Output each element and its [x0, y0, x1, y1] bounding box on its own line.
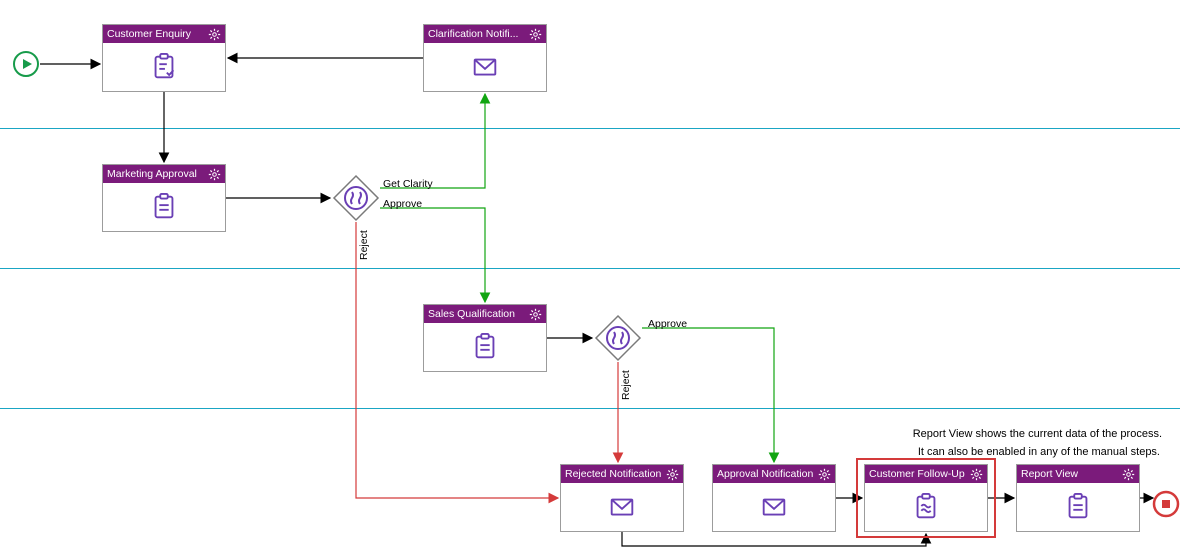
node-title: Sales Qualification: [428, 308, 529, 320]
annotation-text: Report View shows the current data of th…: [913, 428, 1162, 440]
node-clarification-notification[interactable]: Clarification Notifi...: [423, 24, 547, 92]
gear-icon[interactable]: [208, 168, 221, 181]
gear-icon[interactable]: [529, 28, 542, 41]
edge-label: Reject: [620, 370, 632, 400]
node-title: Customer Follow-Up: [869, 468, 970, 480]
node-title: Clarification Notifi...: [428, 28, 529, 40]
node-rejected-notification[interactable]: Rejected Notification: [560, 464, 684, 532]
node-title: Approval Notification: [717, 468, 818, 480]
mail-icon: [759, 492, 789, 522]
gateway-marketing-decision[interactable]: [332, 174, 380, 222]
node-customer-enquiry[interactable]: Customer Enquiry: [102, 24, 226, 92]
clipboard-icon: [1063, 492, 1093, 522]
gear-icon[interactable]: [208, 28, 221, 41]
node-report-view[interactable]: Report View: [1016, 464, 1140, 532]
end-event[interactable]: [1152, 490, 1180, 518]
node-approval-notification[interactable]: Approval Notification: [712, 464, 836, 532]
annotation-text: It can also be enabled in any of the man…: [918, 446, 1160, 458]
edge-label: Approve: [383, 198, 422, 210]
gear-icon[interactable]: [970, 468, 983, 481]
start-event[interactable]: [12, 50, 40, 78]
lane-divider: [0, 128, 1180, 129]
mail-icon: [607, 492, 637, 522]
node-customer-followup[interactable]: Customer Follow-Up: [864, 464, 988, 532]
edge-label: Get Clarity: [383, 178, 433, 190]
edge-label: Reject: [358, 230, 370, 260]
node-title: Marketing Approval: [107, 168, 208, 180]
mail-icon: [470, 52, 500, 82]
clipboard-icon: [149, 192, 179, 222]
clipboard-wave-icon: [911, 492, 941, 522]
gear-icon[interactable]: [1122, 468, 1135, 481]
node-title: Rejected Notification: [565, 468, 666, 480]
gear-icon[interactable]: [818, 468, 831, 481]
node-marketing-approval[interactable]: Marketing Approval: [102, 164, 226, 232]
gear-icon[interactable]: [666, 468, 679, 481]
node-title: Customer Enquiry: [107, 28, 208, 40]
lane-divider: [0, 268, 1180, 269]
node-sales-qualification[interactable]: Sales Qualification: [423, 304, 547, 372]
gear-icon[interactable]: [529, 308, 542, 321]
edge-label: Approve: [648, 318, 687, 330]
node-title: Report View: [1021, 468, 1122, 480]
gateway-sales-decision[interactable]: [594, 314, 642, 362]
clipboard-check-icon: [149, 52, 179, 82]
clipboard-icon: [470, 332, 500, 362]
lane-divider: [0, 408, 1180, 409]
